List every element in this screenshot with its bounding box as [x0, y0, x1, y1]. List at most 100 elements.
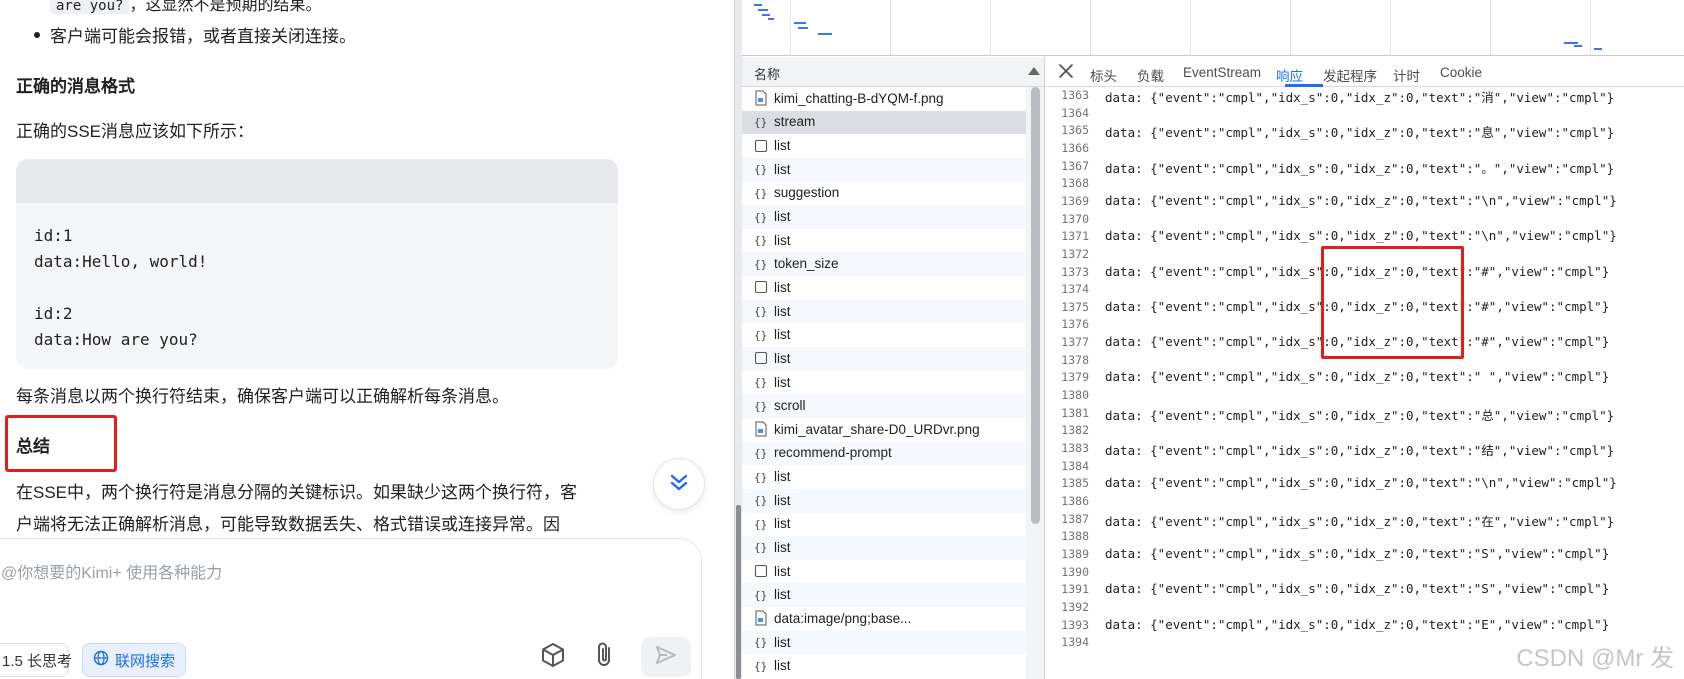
tab-2[interactable]: EventStream — [1183, 65, 1261, 80]
timeline-bar — [794, 22, 806, 24]
fetch-icon: {} — [754, 517, 768, 531]
timeline-bar — [1574, 45, 1582, 47]
response-line: data: {"event":"cmpl","idx_s":0,"idx_z":… — [1105, 228, 1617, 244]
tab-0[interactable]: 标头 — [1090, 65, 1117, 85]
request-row[interactable]: {} list — [742, 299, 1026, 324]
response-line: data: {"event":"cmpl","idx_s":0,"idx_z":… — [1105, 369, 1610, 385]
code-block-header — [16, 159, 618, 203]
line-number: 1388 — [1061, 529, 1089, 544]
line-number: 1379 — [1061, 370, 1089, 385]
request-name: list — [774, 634, 791, 650]
chat-input-box[interactable]: @你想要的Kimi+ 使用各种能力 1.5 长思考 联网搜索 — [0, 538, 702, 679]
fetch-icon: {} — [754, 115, 768, 129]
request-row[interactable]: {} recommend-prompt — [742, 441, 1026, 466]
tab-3[interactable]: 响应 — [1276, 65, 1303, 85]
web-search-toggle[interactable]: 联网搜索 — [82, 643, 186, 677]
chat-input-placeholder[interactable]: @你想要的Kimi+ 使用各种能力 — [1, 559, 222, 583]
svg-text:{}: {} — [754, 187, 767, 200]
fetch-icon: {} — [754, 233, 768, 247]
svg-text:{}: {} — [754, 518, 767, 531]
timeline-gridline — [990, 0, 991, 55]
svg-text:{}: {} — [754, 494, 767, 507]
request-row[interactable]: {} scroll — [742, 394, 1026, 418]
line-number: 1390 — [1061, 564, 1089, 579]
response-line: data: {"event":"cmpl","idx_s":0,"idx_z":… — [1105, 160, 1615, 176]
request-row[interactable]: list — [742, 347, 1026, 371]
request-name: token_size — [774, 256, 839, 272]
response-line: data: {"event":"cmpl","idx_s":0,"idx_z":… — [1105, 513, 1615, 529]
paperclip-icon — [592, 641, 618, 674]
request-row[interactable]: {} token_size — [742, 252, 1026, 277]
request-row[interactable]: {} suggestion — [742, 182, 1026, 206]
line-number: 1375 — [1061, 299, 1089, 314]
line-number: 1371 — [1061, 229, 1089, 244]
request-name: list — [774, 374, 791, 390]
request-row[interactable]: {} list — [742, 513, 1026, 537]
request-row[interactable]: {} list — [742, 465, 1026, 489]
sort-ascending-icon[interactable] — [1028, 67, 1040, 75]
timeline-bar — [762, 14, 770, 16]
send-button[interactable] — [641, 637, 691, 677]
line-number: 1387 — [1061, 511, 1089, 526]
request-row[interactable]: {} list — [742, 488, 1026, 513]
request-list: kimi_chatting-B-dYQM-f.png{} stream list{}… — [742, 87, 1026, 679]
line-number: 1389 — [1061, 546, 1089, 561]
tab-6[interactable]: Cookie — [1440, 65, 1482, 80]
name-column-header[interactable]: 名称 — [742, 57, 1044, 87]
timeline-bar — [754, 4, 762, 6]
tab-1[interactable]: 负载 — [1137, 65, 1164, 85]
fetch-icon: {} — [754, 399, 768, 413]
scroll-to-bottom-button[interactable] — [653, 458, 705, 510]
request-list-scrollbar[interactable] — [1026, 87, 1044, 679]
request-row[interactable]: list — [742, 134, 1026, 158]
fetch-icon: {} — [754, 540, 768, 554]
request-row[interactable]: data:image/png;base... — [742, 607, 1026, 631]
request-row[interactable]: {} list — [742, 323, 1026, 347]
document-icon — [754, 351, 768, 365]
close-icon[interactable] — [1055, 60, 1077, 82]
request-row[interactable]: {} list — [742, 536, 1026, 560]
request-row[interactable]: {} stream — [742, 110, 1026, 135]
request-row[interactable]: list — [742, 560, 1026, 584]
line-number: 1367 — [1061, 158, 1089, 173]
highlight-box — [1321, 246, 1464, 359]
svg-text:{}: {} — [754, 660, 767, 673]
line-number: 1393 — [1061, 617, 1089, 632]
fetch-icon: {} — [754, 446, 768, 460]
watermark: CSDN @Mr 发 — [1516, 645, 1674, 672]
tab-4[interactable]: 发起程序 — [1323, 65, 1377, 85]
line-number: 1364 — [1061, 105, 1089, 120]
svg-text:{}: {} — [754, 258, 767, 271]
request-name: list — [774, 539, 791, 555]
request-row[interactable]: list — [742, 276, 1026, 300]
request-row[interactable]: {} list — [742, 630, 1026, 655]
timeline-gridline — [1490, 0, 1491, 55]
request-row[interactable]: kimi_avatar_share-D0_URDvr.png — [742, 418, 1026, 442]
svg-text:{}: {} — [754, 589, 767, 602]
request-name: recommend-prompt — [774, 445, 892, 461]
request-row[interactable]: {} list — [742, 157, 1026, 182]
long-think-toggle[interactable]: 1.5 长思考 — [0, 643, 73, 677]
panel-splitter[interactable] — [734, 0, 742, 679]
request-row[interactable]: {} list — [742, 654, 1026, 678]
fetch-icon: {} — [754, 162, 768, 176]
fetch-icon: {} — [754, 257, 768, 271]
request-row[interactable]: {} list — [742, 229, 1026, 253]
response-viewer: 1363 1364 1365 1366 1367 1368 1369 1370 1371 1372… — [1045, 87, 1684, 679]
long-think-label: 1.5 长思考 — [2, 652, 73, 670]
request-row[interactable]: {} list — [742, 205, 1026, 229]
cube-tool-button[interactable] — [533, 637, 573, 677]
request-name: list — [774, 303, 791, 319]
page-scrollbar-thumb[interactable] — [736, 505, 741, 679]
web-search-label: 联网搜索 — [115, 652, 176, 670]
request-row[interactable]: {} list — [742, 583, 1026, 608]
request-name: list — [774, 516, 791, 532]
request-row[interactable]: {} list — [742, 371, 1026, 395]
line-number: 1370 — [1061, 211, 1089, 226]
request-row[interactable]: kimi_chatting-B-dYQM-f.png — [742, 87, 1026, 111]
fetch-icon: {} — [754, 375, 768, 389]
svg-text:{}: {} — [754, 163, 767, 176]
request-list-scrollbar-thumb[interactable] — [1031, 87, 1040, 524]
attach-file-button[interactable] — [585, 637, 625, 677]
tab-5[interactable]: 计时 — [1393, 65, 1420, 85]
